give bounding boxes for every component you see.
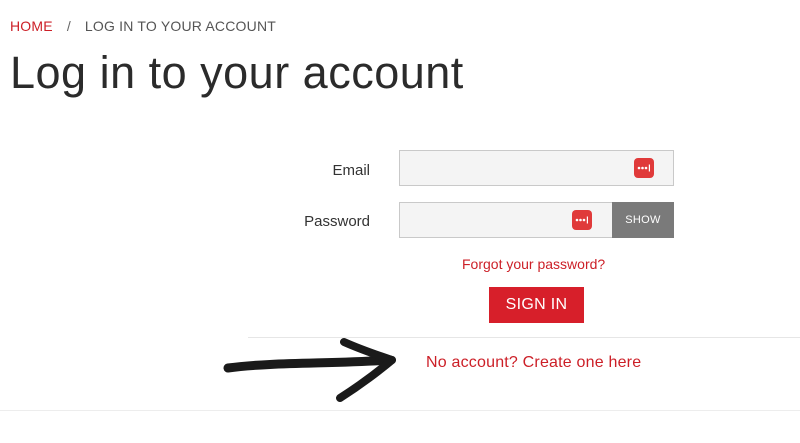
password-manager-icon[interactable] (634, 158, 654, 178)
create-account-link[interactable]: No account? Create one here (426, 354, 641, 372)
forgot-password-link[interactable]: Forgot your password? (462, 256, 605, 272)
sign-in-button[interactable]: SIGN IN (489, 287, 584, 323)
arrow-icon (223, 338, 396, 402)
email-field[interactable] (399, 150, 674, 186)
show-password-button[interactable]: SHOW (612, 202, 674, 238)
breadcrumb: HOME / LOG IN TO YOUR ACCOUNT (10, 18, 276, 34)
password-field[interactable] (399, 202, 613, 238)
password-manager-icon[interactable] (572, 210, 592, 230)
page-title: Log in to your account (10, 47, 464, 98)
email-label: Email (332, 162, 370, 179)
breadcrumb-separator: / (66, 18, 71, 34)
breadcrumb-current: LOG IN TO YOUR ACCOUNT (84, 18, 277, 34)
breadcrumb-home-link[interactable]: HOME (10, 18, 53, 34)
password-label: Password (304, 213, 370, 230)
divider-bottom (0, 410, 800, 411)
